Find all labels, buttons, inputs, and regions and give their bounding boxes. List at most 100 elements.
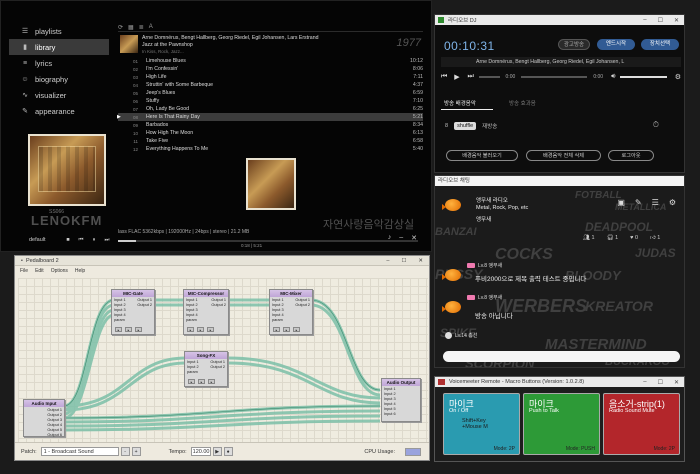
album-header[interactable]: Arne Domnérus, Bengt Hallberg, Georg Rie… (118, 34, 423, 56)
stop-icon[interactable]: ■ (62, 237, 75, 243)
edit-button[interactable]: ▸ (115, 327, 122, 332)
mapping-button[interactable]: ▸ (197, 327, 204, 332)
tab-sound-effects[interactable]: 방송 효과음 (509, 99, 536, 107)
volume-slider[interactable] (619, 75, 667, 78)
nav-item-playlists[interactable]: ☰ playlists (9, 23, 109, 39)
track-row[interactable]: 12 Everything Happens To Me 5:40 (118, 145, 423, 153)
mapping-button[interactable]: ▸ (283, 327, 290, 332)
minimize-icon[interactable]: – (399, 234, 403, 242)
patch-select[interactable]: 1 - Broadcast Sound (40, 447, 119, 456)
track-row[interactable]: 11 Take Five 6:58 (118, 137, 423, 145)
edit-button[interactable]: ▸ (273, 327, 280, 332)
edit-button[interactable]: ▸ (188, 379, 195, 384)
timer-icon[interactable]: ⏱ (653, 120, 659, 130)
plugin-mic-gate[interactable]: MIC-Gate Input 1 Input 2 Input 3 Input 4 para… (111, 289, 155, 335)
input-port[interactable]: param (272, 318, 284, 323)
chat-input[interactable] (443, 351, 680, 362)
bypass-button[interactable]: ▸ (208, 379, 215, 384)
track-row[interactable]: 06 Stuffy 7:10 (118, 97, 423, 105)
maximize-icon[interactable]: ☐ (658, 17, 663, 24)
mapping-button[interactable]: ▸ (125, 327, 132, 332)
input-port[interactable]: param (114, 318, 126, 323)
plugin-audio-input[interactable]: Audio Input Output 1 Output 2 Output 3 Outpu… (23, 399, 65, 437)
list-icon[interactable]: ≣ (139, 24, 144, 31)
edit-button[interactable]: ▸ (187, 327, 194, 332)
track-row[interactable]: 09 Barbados 8:34 (118, 121, 423, 129)
settings-icon[interactable]: ⚙ (669, 198, 676, 207)
plugin-audio-output[interactable]: Audio Output Input 1 Input 2 Input 3 Input 4… (381, 378, 421, 422)
track-row[interactable]: 03 High Life 7:11 (118, 73, 423, 81)
device-select-button[interactable]: 장치선택 (641, 39, 679, 50)
macro-button-1[interactable]: 마이크 On / Off Shift+Key +Mouse M Mode: 2P (443, 393, 520, 455)
play-icon[interactable]: ▶ (212, 447, 222, 456)
patch-canvas[interactable]: Audio Input Output 1 Output 2 Output 3 Outpu… (18, 278, 428, 443)
track-row[interactable]: 04 Struttin' with Some Barbeque 4:37 (118, 81, 423, 89)
input-port[interactable]: param (186, 318, 198, 323)
play-icon[interactable]: ▶ (454, 73, 467, 81)
player-select[interactable]: default (29, 237, 46, 243)
tab-background-music[interactable]: 방송 배경음악 (444, 99, 476, 107)
output-port[interactable]: Output 2 (211, 303, 226, 308)
output-port[interactable]: Output 6 (47, 433, 62, 438)
nav-item-visualizer[interactable]: ∿ visualizer (9, 87, 109, 103)
mapping-button[interactable]: ▸ (198, 379, 205, 384)
patch-next-button[interactable]: + (131, 447, 141, 456)
track-row[interactable]: 02 I'm Confessin' 8:06 (118, 65, 423, 73)
plugin-mic-mixer[interactable]: MIC-Mixer Input 1 Input 2 Input 3 Input 4 par… (269, 289, 313, 335)
previous-icon[interactable]: ⏮ (441, 73, 454, 81)
tap-icon[interactable]: ● (223, 447, 233, 456)
volume-icon[interactable]: 🔊︎ (611, 73, 615, 81)
sort-label[interactable]: A (149, 24, 153, 30)
nav-item-library[interactable]: ▮ library (9, 39, 109, 55)
maximize-icon[interactable]: ☐ (658, 379, 663, 386)
macro-button-3[interactable]: 음소거-strip(1) Radio Sound Mute Mode: 2P (603, 393, 680, 455)
previous-icon[interactable]: ⏮ (75, 237, 88, 244)
bypass-button[interactable]: ▸ (293, 327, 300, 332)
input-port[interactable]: Input 6 (384, 412, 396, 417)
minimize-icon[interactable]: – (386, 258, 389, 264)
close-icon[interactable]: ✕ (674, 379, 679, 386)
output-port[interactable]: Output 2 (295, 303, 310, 308)
bypass-button[interactable]: ▸ (135, 327, 142, 332)
macro-button-2[interactable]: 마이크 Push to Talk Mode: PUSH (523, 393, 600, 455)
progress-bar[interactable] (118, 240, 418, 242)
input-port[interactable]: param (187, 370, 199, 375)
end-start-button[interactable]: 엔드시작 (597, 39, 635, 50)
shuffle-toggle[interactable]: shuffle (454, 122, 477, 130)
tempo-input[interactable]: 120.00 (190, 447, 211, 456)
output-port[interactable]: Output 2 (137, 303, 152, 308)
brush-icon[interactable]: ✎ (635, 198, 642, 207)
plugin-song-fx[interactable]: Song-FX Input 1 Input 2 param Output 1 Output… (184, 351, 228, 387)
track-row[interactable]: 10 How High The Moon 6:13 (118, 129, 423, 137)
settings-icon[interactable]: ⚙ (675, 73, 681, 81)
patch-prev-button[interactable]: - (120, 447, 130, 456)
bypass-button[interactable]: ▸ (207, 327, 214, 332)
next-icon[interactable]: ⏭ (101, 237, 114, 244)
minimize-icon[interactable]: – (643, 17, 646, 24)
volume-icon[interactable]: ♪ (388, 234, 392, 242)
nav-item-lyrics[interactable]: ≡ lyrics (9, 55, 109, 71)
list-icon[interactable]: ☰ (652, 198, 659, 207)
output-port[interactable]: Output 2 (210, 365, 225, 370)
track-row[interactable]: ▶ 08 Here Is That Rainy Day 5:21 (117, 113, 423, 121)
seek-bar[interactable] (478, 75, 500, 78)
menu-edit[interactable]: Edit (35, 268, 44, 274)
track-bar[interactable] (521, 75, 588, 78)
track-row[interactable]: 01 Limehouse Blues 10:12 (118, 57, 423, 65)
close-icon[interactable]: ✕ (674, 17, 679, 24)
ad-button[interactable]: 광고방송 (558, 39, 590, 50)
menu-help[interactable]: Help (75, 268, 85, 274)
menu-options[interactable]: Options (51, 268, 68, 274)
track-row[interactable]: 07 Oh, Lady Be Good 6:25 (118, 105, 423, 113)
minimize-icon[interactable]: – (643, 379, 646, 386)
load-music-button[interactable]: 배경음악 불러오기 (446, 150, 518, 161)
delete-all-music-button[interactable]: 배경음악 전체 삭제 (526, 150, 601, 161)
track-row[interactable]: 05 Jeep's Blues 6:59 (118, 89, 423, 97)
close-icon[interactable]: ✕ (411, 234, 417, 242)
refresh-icon[interactable]: ⟳ (118, 24, 123, 31)
image-icon[interactable]: ▣ (617, 198, 625, 207)
close-icon[interactable]: ✕ (418, 258, 423, 264)
next-icon[interactable]: ⏭ (467, 73, 478, 81)
nav-item-appearance[interactable]: ✎ appearance (9, 103, 109, 119)
menu-file[interactable]: File (20, 268, 28, 274)
